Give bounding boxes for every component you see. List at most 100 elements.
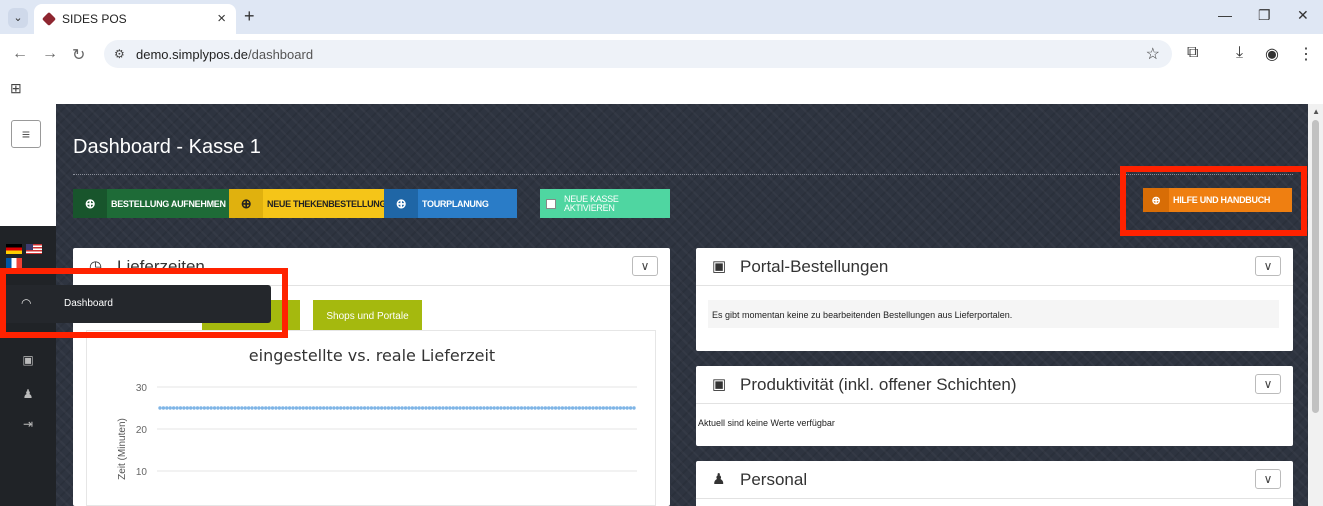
data-point <box>352 406 357 410</box>
data-point <box>335 406 340 410</box>
scrollbar-thumb[interactable] <box>1312 120 1319 413</box>
more-icon[interactable]: ⋮ <box>1298 44 1314 64</box>
panel-header: ▣ Produktivität (inkl. offener Schichten… <box>696 366 1293 404</box>
data-point <box>461 406 466 410</box>
data-point <box>362 406 367 410</box>
data-point <box>618 406 623 410</box>
panel-title: Portal-Bestellungen <box>740 257 889 276</box>
checkbox[interactable] <box>546 198 556 209</box>
flag-us-icon[interactable] <box>26 244 42 254</box>
produktivitaet-panel: ▣ Produktivität (inkl. offener Schichten… <box>696 366 1293 446</box>
data-point <box>332 406 336 410</box>
logout-icon[interactable]: ⇥ <box>18 414 38 434</box>
data-point <box>209 406 213 410</box>
basket-icon[interactable]: ▣ <box>18 350 38 370</box>
tourplanung-button[interactable]: ⊕ TOURPLANUNG <box>384 189 517 218</box>
data-point <box>605 406 609 410</box>
url-input[interactable]: ⚙ demo.simplypos.de/dashboard ☆ <box>104 40 1172 68</box>
flag-fr-icon[interactable] <box>6 258 22 268</box>
bestellung-aufnehmen-button[interactable]: ⊕ BESTELLUNG AUFNEHMEN <box>73 189 231 218</box>
data-point <box>509 406 513 410</box>
data-point <box>291 406 295 410</box>
panel-title: Produktivität (inkl. offener Schichten) <box>740 375 1017 394</box>
plus-icon[interactable]: + <box>244 6 255 27</box>
tab-title: SIDES POS <box>62 12 127 26</box>
data-point <box>236 406 241 410</box>
close-window-icon[interactable]: ✕ <box>1297 7 1309 24</box>
data-point <box>345 406 350 410</box>
data-point <box>304 406 309 410</box>
data-point <box>594 406 599 410</box>
data-point <box>444 406 449 410</box>
y-tick-label: 30 <box>136 383 148 394</box>
data-point <box>171 406 176 410</box>
data-point <box>328 406 333 410</box>
data-point <box>584 406 588 410</box>
data-point <box>308 406 312 410</box>
data-point <box>570 406 575 410</box>
data-point <box>410 406 415 410</box>
neue-kasse-button[interactable]: NEUE KASSE AKTIVIEREN <box>540 189 670 218</box>
site-settings-icon[interactable]: ⚙ <box>114 47 125 61</box>
data-point <box>540 406 544 410</box>
extensions-icon[interactable]: ⧉ <box>1187 44 1198 62</box>
data-point <box>178 406 183 410</box>
minimize-icon[interactable]: — <box>1218 7 1232 23</box>
panel-header: ▣ Portal-Bestellungen ∨ <box>696 248 1293 286</box>
chevron-down-icon[interactable]: ∨ <box>1255 374 1281 394</box>
forward-icon[interactable]: → <box>42 45 58 63</box>
data-point <box>529 406 534 410</box>
apps-icon[interactable]: ⊞ <box>10 80 22 97</box>
thekenbestellung-button[interactable]: ⊕ NEUE THEKENBESTELLUNG <box>229 189 387 218</box>
profile-icon[interactable]: ◉ <box>1265 44 1279 64</box>
data-point <box>587 406 592 410</box>
hamburger-icon[interactable]: ≡ <box>11 120 41 148</box>
data-point <box>454 406 459 410</box>
tab-menu-icon[interactable]: ⌄ <box>8 8 28 28</box>
data-point <box>182 406 186 410</box>
download-icon[interactable]: ⤓ <box>1236 44 1243 62</box>
data-point <box>441 406 445 410</box>
reload-icon[interactable]: ↻ <box>72 45 85 65</box>
data-point <box>379 406 384 410</box>
data-point <box>325 406 329 410</box>
data-point <box>434 406 438 410</box>
flag-de-icon[interactable] <box>6 244 22 254</box>
data-point <box>192 406 196 410</box>
data-point <box>274 406 278 410</box>
data-point <box>451 406 455 410</box>
scroll-up-icon[interactable]: ▲ <box>1312 107 1320 116</box>
chevron-down-icon[interactable]: ∨ <box>1255 256 1281 276</box>
star-icon[interactable]: ☆ <box>1146 44 1160 64</box>
browser-tab[interactable]: SIDES POS × <box>34 4 236 34</box>
data-point <box>519 406 524 410</box>
close-icon[interactable]: × <box>217 10 226 27</box>
data-point <box>414 406 418 410</box>
produktivitaet-message: Aktuell sind keine Werte verfügbar <box>698 418 835 428</box>
data-point <box>264 406 268 410</box>
chevron-down-icon[interactable]: ∨ <box>1255 469 1281 489</box>
restore-icon[interactable]: ❐ <box>1258 7 1271 24</box>
tour-label: TOURPLANUNG <box>422 198 489 209</box>
chevron-down-icon[interactable]: ∨ <box>632 256 658 276</box>
data-point <box>591 406 595 410</box>
panel-title: Personal <box>740 470 808 489</box>
data-point <box>536 406 541 410</box>
users-icon[interactable]: ♟ <box>18 384 38 404</box>
plus-circle-icon: ⊕ <box>229 189 263 218</box>
data-point <box>427 406 432 410</box>
theke-label: NEUE THEKENBESTELLUNG <box>267 198 387 209</box>
data-point <box>301 406 305 410</box>
tab-shops-portale[interactable]: Shops und Portale <box>313 300 422 332</box>
portal-panel: ▣ Portal-Bestellungen ∨ Es gibt momentan… <box>696 248 1293 351</box>
data-point <box>547 406 551 410</box>
chart-svg: eingestellte vs. reale Lieferzeit 10 20 30 Z… <box>117 346 637 480</box>
data-point <box>165 406 169 410</box>
back-icon[interactable]: ← <box>12 45 28 63</box>
data-point <box>574 406 578 410</box>
scrollbar[interactable]: ▲ <box>1308 104 1323 506</box>
data-point <box>448 406 452 410</box>
data-point <box>499 406 503 410</box>
basket-icon: ▣ <box>712 376 727 393</box>
message-box: Es gibt momentan keine zu bearbeitenden … <box>708 300 1279 328</box>
